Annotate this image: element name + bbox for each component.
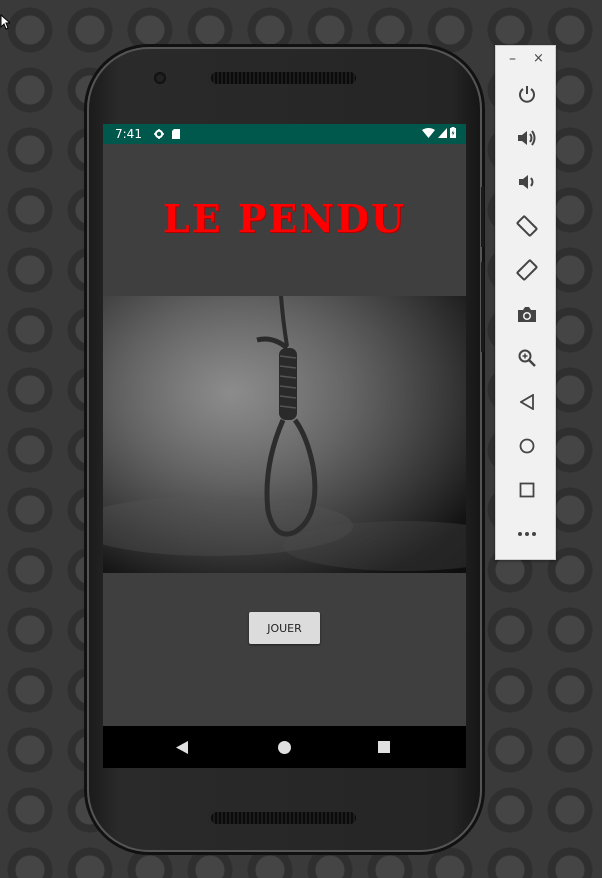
zoom-button[interactable] xyxy=(496,343,557,373)
camera-icon xyxy=(517,306,536,322)
more-button[interactable] xyxy=(496,519,557,549)
emulator-overview-button[interactable] xyxy=(496,475,557,505)
top-speaker xyxy=(211,72,356,84)
volume-up-button[interactable] xyxy=(496,123,557,153)
noose-illustration xyxy=(103,295,466,573)
mouse-cursor-icon xyxy=(0,14,10,30)
front-camera-icon xyxy=(154,72,166,84)
bottom-speaker xyxy=(211,812,356,824)
sd-card-icon xyxy=(171,129,180,139)
gear-icon xyxy=(153,129,164,139)
device-screen: 7:41 LE PENDU JOUER xyxy=(103,124,466,768)
volume-down-icon xyxy=(518,175,533,189)
signal-icon xyxy=(438,127,447,138)
emulator-home-button[interactable] xyxy=(496,431,557,461)
play-button[interactable]: JOUER xyxy=(249,612,320,644)
more-icon xyxy=(517,532,536,536)
back-icon xyxy=(519,394,534,410)
overview-icon xyxy=(519,482,534,498)
close-button[interactable]: × xyxy=(533,51,544,66)
noose-image xyxy=(103,295,466,573)
zoom-icon xyxy=(518,349,536,367)
power-button[interactable] xyxy=(496,79,557,109)
wifi-icon xyxy=(422,127,435,138)
phone-side-button xyxy=(481,187,484,247)
volume-up-icon xyxy=(517,130,535,146)
minimize-button[interactable]: – xyxy=(509,51,516,67)
rotate-right-icon xyxy=(516,259,537,281)
status-time: 7:41 xyxy=(115,127,142,141)
navigation-bar xyxy=(103,726,466,768)
rotate-left-icon xyxy=(516,215,537,237)
emulator-back-button[interactable] xyxy=(496,387,557,417)
app-title: LE PENDU xyxy=(162,196,407,241)
emulator-toolbar: – × xyxy=(495,45,556,560)
screenshot-button[interactable] xyxy=(496,299,557,329)
back-icon[interactable] xyxy=(176,741,188,754)
rotate-left-button[interactable] xyxy=(496,211,557,241)
volume-down-button[interactable] xyxy=(496,167,557,197)
battery-icon xyxy=(450,127,456,138)
home-icon[interactable] xyxy=(278,741,291,754)
status-bar: 7:41 xyxy=(103,124,466,144)
phone-volume-button xyxy=(481,262,484,352)
rotate-right-button[interactable] xyxy=(496,255,557,285)
home-icon xyxy=(519,438,534,454)
power-icon xyxy=(518,86,535,103)
recent-apps-icon[interactable] xyxy=(378,741,390,753)
